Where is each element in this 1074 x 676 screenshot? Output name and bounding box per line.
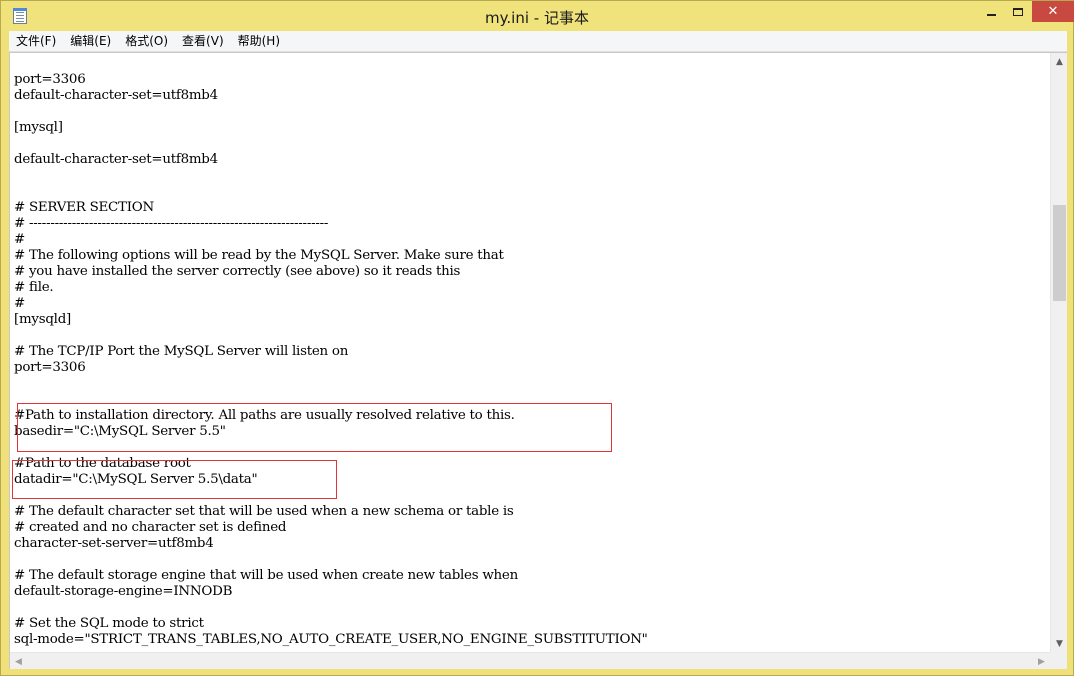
text-line: # The TCP/IP Port the MySQL Server will …: [14, 344, 349, 359]
close-button[interactable]: ✕: [1032, 1, 1074, 22]
close-icon: ✕: [1047, 4, 1059, 19]
text-line: port=3306: [14, 72, 86, 87]
text-line: #: [14, 296, 25, 311]
text-line: # created and no character set is define…: [14, 520, 287, 535]
text-line: default-storage-engine=INNODB: [14, 584, 233, 599]
text-line: # you have installed the server correctl…: [14, 264, 461, 279]
text-line: # The default storage engine that will b…: [14, 568, 518, 583]
text-line: # The default character set that will be…: [14, 504, 514, 519]
minimize-button[interactable]: [977, 1, 1005, 22]
maximize-button[interactable]: [1005, 1, 1031, 22]
scroll-up-icon[interactable]: ▲: [1051, 53, 1068, 70]
text-line: [mysqld]: [14, 312, 72, 327]
highlight-box-basedir: [17, 403, 612, 452]
scroll-down-icon[interactable]: ▼: [1051, 635, 1068, 652]
window-title: my.ini - 记事本: [485, 9, 589, 27]
text-line: # SERVER SECTION: [14, 200, 154, 215]
menu-file[interactable]: 文件(F): [9, 31, 63, 52]
vertical-scroll-thumb[interactable]: [1053, 205, 1066, 301]
text-line: [14, 184, 1050, 200]
menu-help[interactable]: 帮助(H): [231, 31, 287, 52]
menu-bar: 文件(F) 编辑(E) 格式(O) 查看(V) 帮助(H): [9, 31, 1067, 52]
highlight-box-datadir: [12, 460, 337, 499]
text-line: default-character-set=utf8mb4: [14, 88, 218, 103]
text-line: # file.: [14, 280, 54, 295]
scroll-right-icon[interactable]: ▶: [1033, 653, 1050, 670]
horizontal-scrollbar[interactable]: ◀ ▶: [10, 652, 1050, 669]
text-line: [14, 600, 1050, 616]
minimize-icon: [986, 13, 996, 16]
text-line: [14, 552, 1050, 568]
text-line: [mysql]: [14, 120, 63, 135]
scroll-left-icon[interactable]: ◀: [10, 653, 27, 670]
text-line: # Set the SQL mode to strict: [14, 616, 204, 631]
title-bar[interactable]: my.ini - 记事本 ✕: [1, 1, 1074, 31]
text-line: # The following options will be read by …: [14, 248, 504, 263]
text-line: character-set-server=utf8mb4: [14, 536, 214, 551]
menu-view[interactable]: 查看(V): [175, 31, 231, 52]
text-line: [14, 328, 1050, 344]
editor-text-area[interactable]: port=3306 default-character-set=utf8mb4 [m…: [10, 53, 1050, 652]
text-line: sql-mode="STRICT_TRANS_TABLES,NO_AUTO_CR…: [14, 632, 648, 647]
menu-edit[interactable]: 编辑(E): [63, 31, 118, 52]
text-line: port=3306: [14, 360, 86, 375]
scrollbar-corner: [1050, 652, 1067, 669]
text-line: #: [14, 232, 25, 247]
text-editor[interactable]: port=3306 default-character-set=utf8mb4 [m…: [9, 52, 1067, 669]
vertical-scrollbar[interactable]: ▲ ▼: [1050, 53, 1067, 652]
text-line: default-character-set=utf8mb4: [14, 152, 218, 167]
maximize-icon: [1013, 7, 1023, 16]
text-line: [14, 376, 1050, 392]
menu-format[interactable]: 格式(O): [118, 31, 175, 52]
text-line: [14, 168, 1050, 184]
notepad-window: my.ini - 记事本 ✕ 文件(F) 编辑(E) 格式(O) 查看(V) 帮…: [0, 0, 1074, 676]
text-line: # --------------------------------------…: [14, 216, 329, 231]
text-line: [14, 136, 1050, 152]
text-line: [14, 104, 1050, 120]
